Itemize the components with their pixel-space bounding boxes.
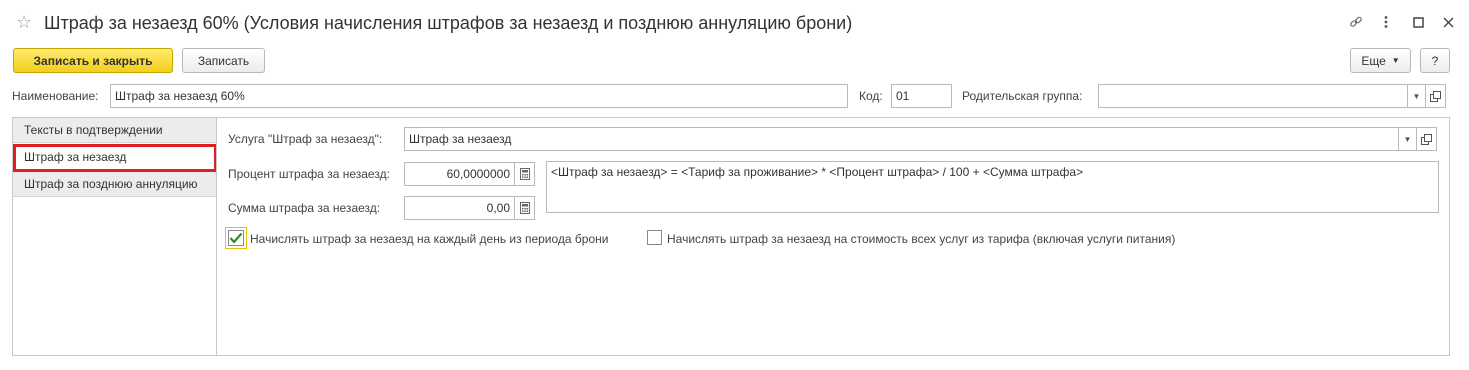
service-dropdown-icon[interactable]: ▼ — [1399, 127, 1417, 151]
percent-label: Процент штрафа за незаезд: — [228, 167, 390, 181]
more-icon[interactable] — [1376, 12, 1396, 32]
percent-calculator-icon[interactable] — [515, 162, 535, 186]
service-field[interactable]: Штраф за незаезд — [404, 127, 1399, 151]
name-label: Наименование: — [12, 89, 99, 103]
chevron-down-icon: ▼ — [1391, 56, 1400, 65]
close-icon[interactable] — [1438, 12, 1458, 32]
parent-group-field[interactable] — [1098, 84, 1408, 108]
parent-group-label: Родительская группа: — [962, 89, 1083, 103]
parent-group-open-icon[interactable] — [1426, 84, 1446, 108]
save-button[interactable]: Записать — [182, 48, 265, 73]
parent-group-dropdown-icon[interactable]: ▼ — [1408, 84, 1426, 108]
all-services-checkbox[interactable] — [647, 230, 662, 245]
percent-field[interactable]: 60,0000000 — [404, 162, 515, 186]
each-day-checkbox[interactable] — [228, 230, 244, 246]
save-and-close-button[interactable]: Записать и закрыть — [13, 48, 173, 73]
service-label: Услуга "Штраф за незаезд": — [228, 132, 383, 146]
name-field[interactable]: Штраф за незаезд 60% — [110, 84, 848, 108]
more-actions-label: Еще — [1361, 53, 1386, 68]
amount-label: Сумма штрафа за незаезд: — [228, 201, 381, 215]
formula-text: <Штраф за незаезд> = <Тариф за проживани… — [546, 161, 1439, 213]
each-day-checkbox-wrapper[interactable] — [225, 227, 247, 249]
more-actions-button[interactable]: Еще ▼ — [1350, 48, 1411, 73]
tab-late-cancellation-penalty[interactable]: Штраф за позднюю аннуляцию — [13, 172, 217, 197]
amount-field[interactable]: 0,00 — [404, 196, 515, 220]
link-icon[interactable] — [1346, 12, 1366, 32]
help-button[interactable]: ? — [1420, 48, 1450, 73]
each-day-checkbox-label[interactable]: Начислять штраф за незаезд на каждый ден… — [250, 231, 608, 247]
highlight-frame — [13, 144, 217, 172]
favorite-star-icon[interactable]: ☆ — [16, 12, 32, 32]
code-label: Код: — [859, 89, 883, 103]
window-title: Штраф за незаезд 60% (Условия начисления… — [44, 13, 853, 33]
all-services-checkbox-label[interactable]: Начислять штраф за незаезд на стоимость … — [667, 231, 1175, 247]
amount-calculator-icon[interactable] — [515, 196, 535, 220]
tab-confirmation-texts[interactable]: Тексты в подтверждении — [13, 118, 217, 143]
service-open-icon[interactable] — [1417, 127, 1437, 151]
maximize-icon[interactable] — [1408, 12, 1428, 32]
code-field[interactable]: 01 — [891, 84, 952, 108]
